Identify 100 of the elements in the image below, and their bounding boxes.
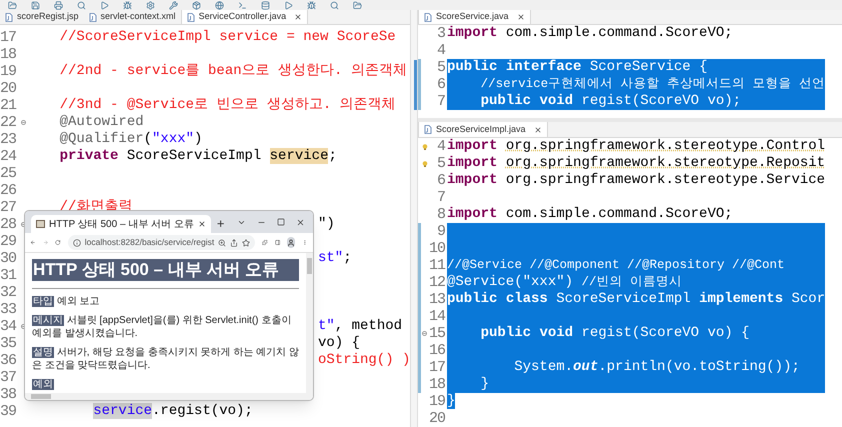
line-number: 22 [0, 114, 18, 131]
error-detail: 타입 예외 보고 [32, 295, 101, 308]
save-icon[interactable] [31, 1, 40, 10]
info-icon[interactable] [72, 238, 81, 246]
file-icon [424, 12, 432, 22]
lightbulb-icon[interactable] [422, 160, 428, 166]
line-number: 13 [428, 291, 445, 308]
star-icon[interactable] [242, 238, 250, 246]
line-number: 9 [436, 223, 445, 240]
file-icon [5, 12, 13, 22]
code-line: //2nd - service를 bean으로 생성한다. 의존객체 [58, 63, 407, 80]
line-number: 17 [428, 359, 445, 376]
line-number: 25 [0, 165, 18, 182]
line-number: 19 [0, 63, 18, 80]
line-number: 15 [428, 325, 445, 342]
line-number: 38 [0, 386, 18, 403]
error-detail: 메시지 서블릿 [appServlet]을(를) 위한 Servlet.init() 호출이 예외를 발생시켰습니다. [32, 314, 292, 340]
error-detail: 설명 서버가, 해당 요청을 충족시키지 못하게 하는 예기치 않은 조건을 맞닥뜨렸습니다. [32, 346, 299, 372]
address-bar[interactable]: localhost:8282/basic/service/regist [68, 235, 256, 250]
line-number: 33 [0, 301, 18, 318]
error-detail: 예외 [32, 378, 55, 391]
line-number: 5 [436, 59, 445, 76]
code-line: public void regist(ScoreVO vo) { [480, 325, 750, 342]
play-icon[interactable] [100, 1, 109, 10]
code-line: import org.springframework.stereotype.Service [447, 172, 826, 189]
line-number: 29 [0, 233, 18, 250]
line-number: 12 [428, 274, 445, 291]
editor-tab[interactable]: ScoreServiceImpl.java [418, 122, 548, 137]
reload-icon[interactable] [55, 238, 61, 247]
close-icon[interactable] [198, 220, 206, 228]
bug-icon[interactable] [307, 1, 316, 10]
horizontal-scrollbar[interactable] [25, 393, 306, 400]
line-number: 6 [436, 76, 445, 93]
database-icon[interactable] [261, 1, 270, 10]
line-number: 16 [428, 342, 445, 359]
code-line: t", method [318, 318, 402, 335]
line-number: 30 [0, 250, 18, 267]
code-line: vo) { [318, 335, 360, 352]
code-line: System.out.println(vo.toString()); [513, 359, 800, 376]
line-number: 32 [0, 284, 18, 301]
printer-icon[interactable] [54, 1, 63, 10]
settings-icon[interactable] [146, 1, 155, 10]
search-icon[interactable] [77, 1, 86, 10]
wrench-icon[interactable] [169, 1, 178, 10]
line-number: 34 [0, 318, 18, 335]
close-icon[interactable] [294, 13, 302, 21]
code-line: import org.springframework.stereotype.Reposit [447, 155, 826, 172]
code-line: @Qualifier("xxx") [58, 131, 202, 148]
back-icon[interactable] [30, 238, 36, 247]
bug-icon[interactable] [123, 1, 132, 10]
file-icon [424, 125, 432, 134]
globe-icon[interactable] [215, 1, 224, 10]
line-number: 4 [436, 42, 445, 59]
zoom-icon[interactable] [218, 238, 226, 246]
line-number: 27 [0, 199, 18, 216]
fold-icon[interactable] [21, 120, 26, 125]
share-icon[interactable] [230, 238, 238, 246]
play-icon[interactable] [284, 1, 293, 10]
maximize-icon[interactable] [277, 218, 285, 226]
profile-icon[interactable] [287, 237, 296, 248]
line-number: 11 [428, 257, 445, 274]
terminal-icon[interactable] [238, 1, 247, 10]
line-number: 19 [428, 393, 445, 410]
sidebar-icon[interactable] [274, 238, 280, 247]
line-number: 24 [0, 148, 18, 165]
lightbulb-icon[interactable] [422, 144, 428, 150]
puzzle-icon[interactable] [262, 238, 268, 247]
vertical-scrollbar[interactable] [306, 253, 313, 400]
code-line: //3nd - @Service로 빈으로 생성하고. 의존객체 [58, 97, 396, 114]
code-line: public class ScoreServiceImpl implements Scor [447, 291, 826, 308]
code-line: import org.springframework.stereotype.Control [447, 138, 826, 155]
page-icon [36, 220, 45, 228]
line-number: 7 [436, 93, 445, 110]
search-icon[interactable] [330, 1, 339, 10]
code-line: st"; [318, 250, 352, 267]
line-number: 14 [428, 308, 445, 325]
vertical-scrollbar[interactable] [410, 10, 418, 427]
line-number: 6 [436, 172, 445, 189]
editor-tab[interactable]: ServiceController.java [180, 10, 308, 24]
line-number: 3 [436, 25, 445, 42]
line-number: 36 [0, 352, 18, 369]
fold-icon[interactable] [422, 331, 427, 336]
line-number: 20 [428, 410, 445, 427]
close-icon[interactable] [534, 126, 542, 134]
browser-tab[interactable]: HTTP 상태 500 – 내부 서버 오류 [31, 215, 211, 233]
line-number: 31 [0, 267, 18, 284]
new-tab-button[interactable]: + [210, 215, 230, 233]
line-number: 18 [0, 46, 18, 63]
line-number: 4 [436, 138, 445, 155]
code-line: import com.simple.command.ScoreVO; [447, 25, 733, 42]
file-icon [88, 12, 97, 22]
close-icon[interactable] [296, 218, 305, 226]
code-line: //service구현체에서 사용할 추상메서드의 모형을 선언 [480, 76, 826, 93]
package-icon[interactable] [192, 1, 201, 10]
close-icon[interactable] [516, 13, 525, 21]
line-number: 35 [0, 335, 18, 352]
folder-icon[interactable] [8, 1, 17, 10]
code-line: public interface ScoreService { [447, 59, 708, 76]
folder-icon[interactable] [353, 1, 362, 10]
editor-tab[interactable]: ScoreService.java [418, 10, 531, 24]
